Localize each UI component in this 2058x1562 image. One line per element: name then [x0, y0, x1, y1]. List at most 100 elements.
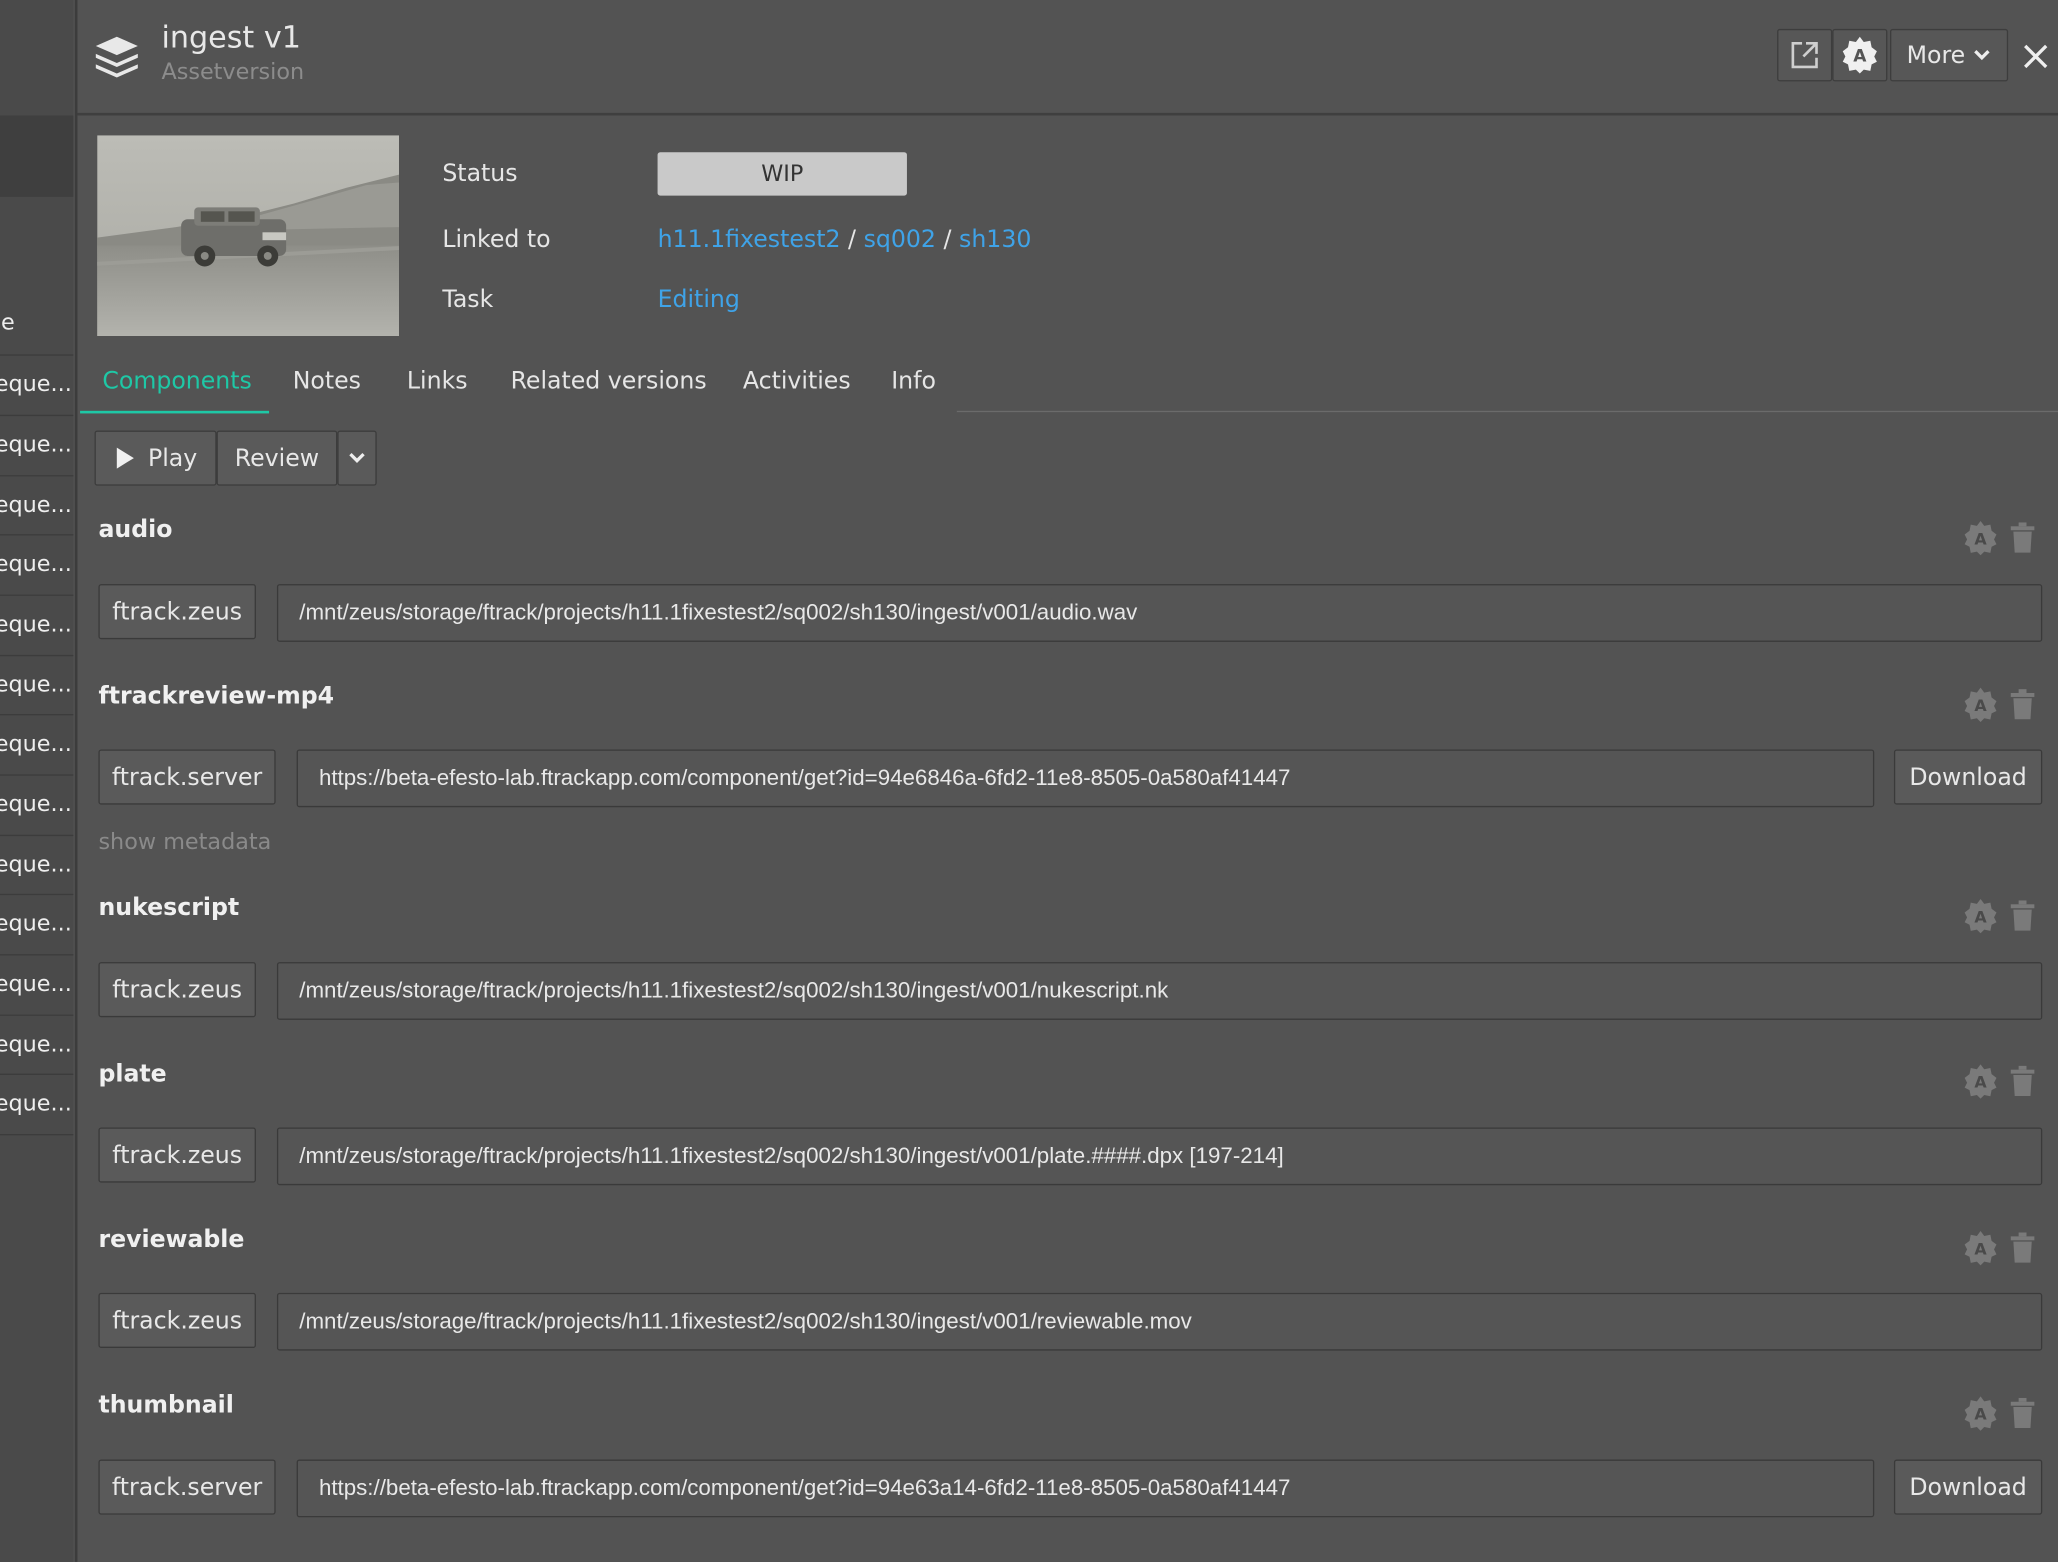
component-name: audio — [98, 515, 173, 544]
component-name: reviewable — [98, 1225, 245, 1254]
list-item[interactable]: eque... — [0, 834, 74, 895]
chevron-down-icon — [1974, 50, 1991, 61]
list-item[interactable]: eque... — [0, 1014, 74, 1075]
tab-info[interactable]: Info — [891, 368, 936, 396]
tab-related-versions[interactable]: Related versions — [511, 368, 707, 396]
entity-type-label: Assetversion — [161, 59, 305, 86]
component-path-field[interactable]: /mnt/zeus/storage/ftrack/projects/h11.1f… — [276, 1292, 2043, 1351]
list-item[interactable]: eque... — [0, 1073, 74, 1136]
trash-icon[interactable] — [2009, 1232, 2035, 1264]
component-name: nukescript — [98, 893, 240, 922]
list-item[interactable]: eque... — [0, 954, 74, 1014]
component-actions: A — [1962, 1395, 2041, 1434]
svg-text:A: A — [1853, 47, 1867, 67]
list-item[interactable]: eque... — [0, 893, 74, 954]
location-badge: ftrack.server — [98, 749, 276, 805]
review-label: Review — [234, 444, 320, 472]
header-bar: ingest v1 Assetversion A More — [77, 0, 2058, 116]
layers-icon — [95, 36, 138, 78]
component-actions: A — [1962, 898, 2041, 937]
actions-gear-icon[interactable]: A — [1962, 1063, 1999, 1100]
status-badge[interactable]: WIP — [657, 152, 907, 196]
review-dropdown-button[interactable] — [337, 430, 377, 486]
list-item[interactable]: eque... — [0, 475, 74, 535]
trash-icon[interactable] — [2009, 522, 2035, 554]
chevron-down-icon — [349, 452, 365, 464]
svg-text:A: A — [1974, 529, 1987, 548]
play-label: Play — [147, 444, 198, 472]
download-button[interactable]: Download — [1893, 1459, 2043, 1515]
open-external-button[interactable] — [1777, 28, 1833, 82]
component-path-field[interactable]: /mnt/zeus/storage/ftrack/projects/h11.1f… — [276, 1127, 2043, 1186]
component-actions: A — [1962, 686, 2041, 725]
component-path-field[interactable]: https://beta-efesto-lab.ftrackapp.com/co… — [296, 749, 1875, 808]
location-badge: ftrack.zeus — [98, 584, 256, 640]
list-item[interactable]: eque... — [0, 594, 74, 655]
component-path-field[interactable]: /mnt/zeus/storage/ftrack/projects/h11.1f… — [276, 584, 2043, 642]
linked-to-label: Linked to — [442, 225, 551, 254]
list-item[interactable]: eque... — [0, 714, 74, 774]
svg-text:A: A — [1974, 907, 1987, 926]
show-metadata-link[interactable]: show metadata — [98, 830, 271, 856]
trash-icon[interactable] — [2009, 1065, 2035, 1098]
svg-text:A: A — [1974, 1239, 1987, 1258]
svg-text:A: A — [1974, 1405, 1987, 1424]
actions-gear-icon[interactable]: A — [1962, 898, 1999, 935]
tab-components[interactable]: Components — [102, 368, 251, 396]
trash-icon[interactable] — [2009, 689, 2035, 721]
component-name: thumbnail — [98, 1391, 234, 1419]
more-label: More — [1906, 41, 1966, 69]
component-name: plate — [98, 1060, 167, 1089]
list-item[interactable]: eque... — [0, 354, 74, 414]
column-header[interactable]: pe — [0, 310, 28, 336]
component-actions: A — [1962, 1063, 2041, 1102]
component-path-field[interactable]: /mnt/zeus/storage/ftrack/projects/h11.1f… — [276, 962, 2043, 1020]
location-badge: ftrack.zeus — [98, 1127, 256, 1183]
tab-bar: Components Notes Links Related versions … — [77, 354, 2058, 414]
location-badge: ftrack.zeus — [98, 962, 256, 1018]
close-icon[interactable] — [2021, 42, 2050, 71]
selected-row[interactable] — [0, 115, 74, 197]
detail-panel: ingest v1 Assetversion A More Status WIP… — [74, 0, 2058, 1562]
list-item[interactable]: eque... — [0, 534, 74, 594]
actions-gear-icon[interactable]: A — [1962, 520, 1999, 557]
external-link-icon — [1791, 42, 1818, 69]
trash-icon[interactable] — [2009, 900, 2035, 932]
download-button[interactable]: Download — [1893, 749, 2043, 805]
link-project[interactable]: h11.1fixestest2 — [658, 226, 841, 254]
actions-gear-icon[interactable]: A — [1962, 686, 1999, 723]
list-item[interactable]: eque... — [0, 654, 74, 715]
tab-links[interactable]: Links — [407, 368, 468, 396]
status-label: Status — [442, 160, 518, 188]
link-sequence[interactable]: sq002 — [864, 226, 936, 254]
component-actions: A — [1962, 1230, 2041, 1269]
tab-notes[interactable]: Notes — [293, 368, 361, 396]
trash-icon[interactable] — [2009, 1397, 2035, 1430]
svg-text:A: A — [1974, 1073, 1987, 1092]
play-icon — [116, 447, 134, 469]
tab-divider — [956, 410, 2058, 413]
link-shot[interactable]: sh130 — [959, 226, 1031, 254]
linked-to-breadcrumb: h11.1fixestest2 / sq002 / sh130 — [658, 226, 1032, 254]
list-item[interactable]: eque... — [0, 414, 74, 475]
actions-gear-icon[interactable]: A — [1962, 1230, 1999, 1267]
location-badge: ftrack.server — [98, 1459, 276, 1515]
actions-button[interactable]: A — [1832, 28, 1888, 82]
component-name: ftrackreview-mp4 — [98, 682, 335, 711]
actions-gear-icon: A — [1842, 36, 1877, 74]
thumbnail-image — [97, 135, 399, 336]
svg-text:A: A — [1974, 696, 1987, 715]
play-button[interactable]: Play — [94, 430, 217, 486]
active-tab-indicator — [80, 410, 270, 414]
tab-activities[interactable]: Activities — [743, 368, 851, 396]
breadcrumb-separator: / — [943, 225, 952, 254]
actions-gear-icon[interactable]: A — [1962, 1395, 1999, 1432]
more-dropdown[interactable]: More — [1890, 28, 2009, 82]
component-actions: A — [1962, 520, 2041, 559]
task-link[interactable]: Editing — [658, 286, 740, 314]
breadcrumb-separator: / — [848, 225, 857, 254]
list-item[interactable]: eque... — [0, 774, 74, 834]
left-list-panel: pe eque... eque... eque... eque... eque.… — [0, 0, 74, 1562]
review-button[interactable]: Review — [216, 430, 338, 486]
component-path-field[interactable]: https://beta-efesto-lab.ftrackapp.com/co… — [296, 1459, 1875, 1518]
